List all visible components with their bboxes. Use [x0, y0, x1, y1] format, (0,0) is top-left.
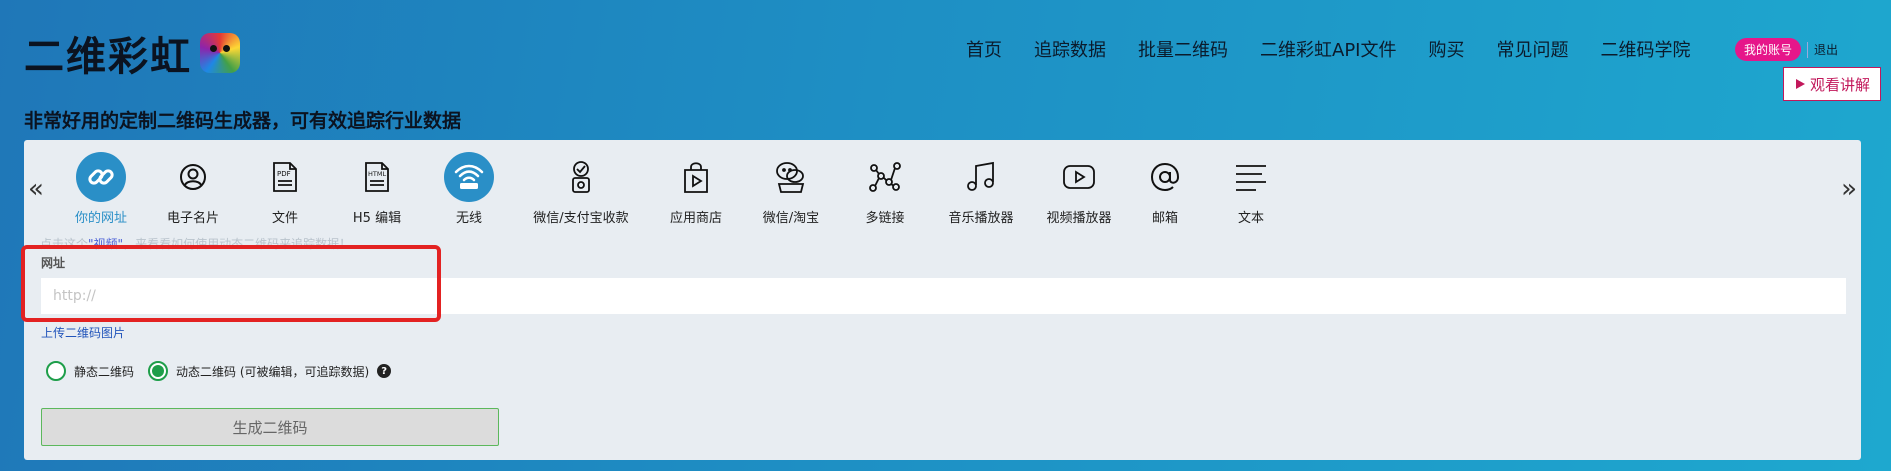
static-qr-label: 静态二维码 — [74, 364, 135, 379]
generate-qr-button[interactable]: 生成二维码 — [41, 408, 499, 446]
my-account-button[interactable]: 我的账号 — [1735, 38, 1802, 61]
type-label-vcard: 电子名片 — [166, 211, 219, 226]
html-icon: HTML — [352, 152, 402, 202]
rainbow-bear-icon — [200, 33, 240, 73]
watch-tutorial-button[interactable]: 观看讲解 — [1783, 67, 1881, 101]
account-area: 我的账号 退出 — [1735, 38, 1838, 61]
svg-text:PDF: PDF — [277, 170, 291, 178]
payment-icon — [556, 152, 606, 202]
app-store-icon — [671, 152, 721, 202]
video-icon — [1054, 152, 1104, 202]
brand-logo[interactable]: 二维彩虹 — [24, 24, 240, 82]
url-field-label: 网址 — [41, 256, 66, 270]
type-label-text: 文本 — [1237, 211, 1264, 226]
brand-name: 二维彩虹 — [24, 34, 192, 80]
dynamic-qr-label: 动态二维码 (可被编辑，可追踪数据) — [176, 364, 370, 379]
watch-tutorial-label: 观看讲解 — [1809, 75, 1870, 94]
nav-batch-qr[interactable]: 批量二维码 — [1138, 36, 1228, 62]
scroll-right-icon[interactable]: » — [1841, 174, 1857, 204]
type-tab-wifi[interactable]: 无线 — [414, 152, 524, 226]
type-label-multi-link: 多链接 — [865, 211, 905, 226]
qr-mode-options: 静态二维码 动态二维码 (可被编辑，可追踪数据) ? — [46, 361, 392, 381]
type-tab-music[interactable]: 音乐播放器 — [926, 152, 1036, 226]
type-label-music: 音乐播放器 — [948, 211, 1014, 226]
upload-qr-image-link[interactable]: 上传二维码图片 — [41, 324, 125, 341]
wechat-icon — [766, 152, 816, 202]
hint-suffix: ，来看看如何使用动态二维码来追踪数据！ — [123, 237, 352, 251]
wifi-icon — [444, 152, 494, 202]
scroll-left-icon[interactable]: « — [28, 174, 44, 204]
email-icon — [1140, 152, 1190, 202]
type-label-video: 视频播放器 — [1046, 211, 1112, 226]
nav-buy[interactable]: 购买 — [1428, 36, 1464, 62]
help-icon[interactable]: ? — [377, 364, 392, 378]
nav-faq[interactable]: 常见问题 — [1496, 36, 1568, 62]
nav-tracking-data[interactable]: 追踪数据 — [1034, 36, 1106, 62]
multi-link-icon — [860, 152, 910, 202]
type-label-app-store: 应用商店 — [669, 211, 722, 226]
svg-text:HTML: HTML — [368, 170, 386, 178]
type-label-wechat-taobao: 微信/淘宝 — [762, 211, 820, 226]
music-icon — [956, 152, 1006, 202]
static-qr-radio[interactable] — [46, 361, 66, 381]
type-label-h5: H5 编辑 — [352, 211, 402, 226]
type-label-payment: 微信/支付宝收款 — [533, 211, 629, 226]
dynamic-qr-radio[interactable] — [148, 361, 169, 381]
main-nav: 首页 追踪数据 批量二维码 二维彩虹API文件 购买 常见问题 二维码学院 — [966, 36, 1722, 62]
hint-video-link[interactable]: "视频" — [88, 237, 123, 251]
type-tab-app-store[interactable]: 应用商店 — [641, 152, 751, 226]
video-hint: 点击这个"视频"，来看看如何使用动态二维码来追踪数据！ — [40, 235, 351, 252]
link-icon — [76, 152, 126, 202]
nav-home[interactable]: 首页 — [966, 36, 1002, 62]
nav-qr-academy[interactable]: 二维码学院 — [1600, 36, 1690, 62]
type-tab-multi-link[interactable]: 多链接 — [830, 152, 940, 226]
pdf-icon: PDF — [260, 152, 310, 202]
qr-generator-panel: « » 你的网址 电子名片 PDF 文件 HTML H5 编辑 无线 微信/支付… — [21, 140, 1861, 460]
logout-link[interactable]: 退出 — [1814, 41, 1838, 58]
page-tagline: 非常好用的定制二维码生成器，可有效追踪行业数据 — [24, 110, 462, 132]
type-tab-text[interactable]: 文本 — [1196, 152, 1306, 226]
nav-api-docs[interactable]: 二维彩虹API文件 — [1260, 36, 1396, 62]
url-input[interactable] — [41, 278, 1846, 314]
type-label-wifi: 无线 — [455, 211, 482, 226]
account-divider — [1807, 41, 1809, 58]
hint-prefix: 点击这个 — [40, 237, 89, 251]
play-icon — [1795, 79, 1805, 89]
user-icon — [168, 152, 218, 202]
type-tab-payment[interactable]: 微信/支付宝收款 — [526, 152, 636, 226]
type-label-url: 你的网址 — [74, 211, 127, 226]
text-icon — [1226, 152, 1276, 202]
type-label-file: 文件 — [271, 211, 298, 226]
type-label-email: 邮箱 — [1151, 211, 1178, 226]
